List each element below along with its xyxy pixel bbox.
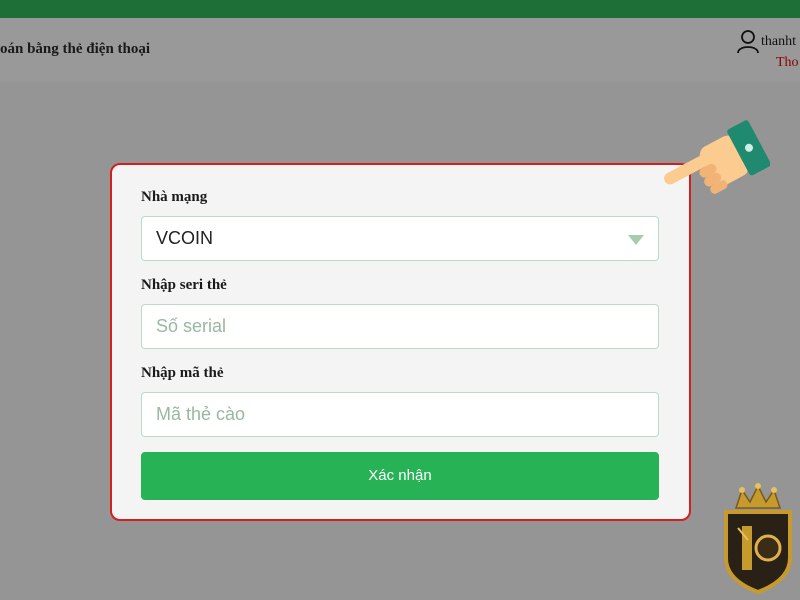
serial-input[interactable]: Số serial (141, 304, 659, 349)
card-code-placeholder: Mã thẻ cào (156, 404, 246, 424)
crown-logo (724, 483, 792, 595)
network-select[interactable]: VCOIN (141, 216, 659, 261)
pointing-hand-icon (664, 120, 770, 194)
network-label: Nhà mạng (141, 189, 208, 205)
site-header: oán bằng thẻ điện thoại thanht Tho (0, 18, 800, 82)
card-code-input[interactable]: Mã thẻ cào (141, 392, 659, 437)
chevron-down-icon (628, 235, 644, 245)
user-icon[interactable] (737, 30, 759, 54)
network-selected-value: VCOIN (156, 228, 214, 248)
card-code-label: Nhập mã thẻ (141, 365, 224, 381)
card-topup-form: Nhà mạng VCOIN Nhập seri thẻ Số serial N… (110, 163, 691, 521)
submit-button[interactable]: Xác nhận (141, 452, 659, 500)
username-label[interactable]: thanht (761, 34, 796, 50)
serial-label: Nhập seri thẻ (141, 277, 227, 293)
top-green-bar (0, 0, 800, 18)
page-title: oán bằng thẻ điện thoại (0, 41, 151, 57)
logout-link[interactable]: Tho (776, 55, 799, 71)
serial-placeholder: Số serial (156, 316, 227, 336)
